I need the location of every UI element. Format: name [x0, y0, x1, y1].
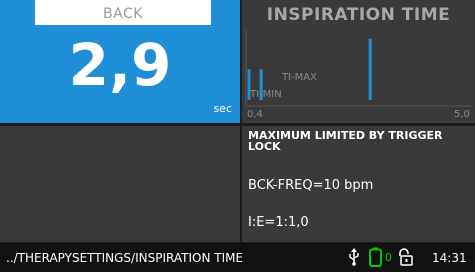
current-value-marker — [368, 38, 372, 100]
unlocked-icon — [399, 248, 413, 266]
ti-min-label: TI-MIN — [249, 89, 282, 100]
clock: 14:31 — [432, 251, 467, 265]
limit-warning: MAXIMUM LIMITED BY TRIGGER LOCK — [248, 129, 443, 153]
usb-icon — [349, 248, 359, 266]
back-button[interactable]: BACK — [35, 0, 211, 25]
ti-max-label: TI-MAX — [281, 72, 317, 83]
battery-icon — [369, 247, 382, 267]
axis-max-label: 5,0 — [454, 109, 470, 120]
graph-title: INSPIRATION TIME — [266, 5, 451, 25]
value-panel[interactable]: BACK 2,9 sec — [0, 0, 240, 123]
battery-level: 0 — [385, 251, 392, 264]
status-bar: ../THERAPYSETTINGS/INSPIRATION TIME 0 14… — [0, 243, 475, 272]
current-value: 2,9 — [68, 31, 172, 99]
empty-panel — [0, 126, 240, 242]
ie-ratio: I:E=1:1,0 — [248, 215, 309, 230]
breadcrumb: ../THERAPYSETTINGS/INSPIRATION TIME — [6, 251, 244, 265]
axis-min-label: 0,4 — [247, 109, 263, 120]
info-panel: MAXIMUM LIMITED BY TRIGGER LOCK BCK-FREQ… — [242, 126, 475, 242]
backup-frequency: BCK-FREQ=10 bpm — [248, 178, 374, 193]
value-unit: sec — [213, 102, 232, 115]
graph-panel: TI-MAX TI-MIN 0,4 5,0 INSPIRATION TIME — [242, 0, 475, 123]
